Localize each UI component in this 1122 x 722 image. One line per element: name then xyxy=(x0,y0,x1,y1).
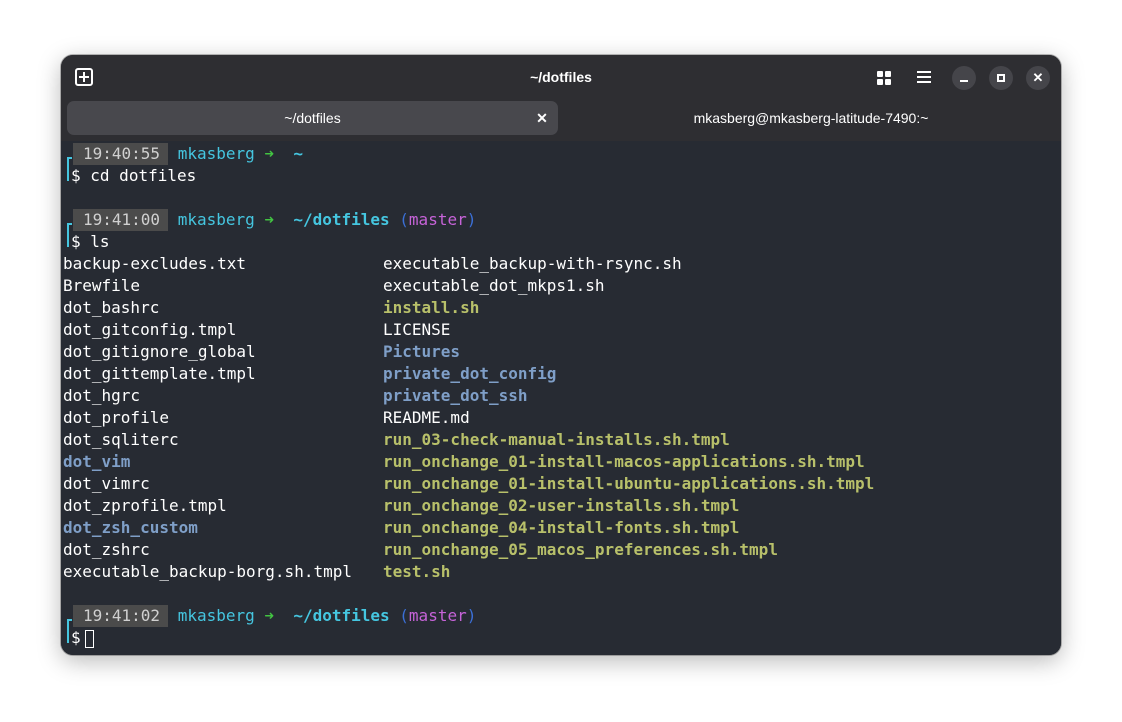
grid-view-icon[interactable] xyxy=(877,71,891,85)
ls-entry: LICENSE xyxy=(383,320,451,339)
prompt-line: 19:40:55 mkasberg ➜ ~ xyxy=(73,143,303,165)
prompt-time: 19:40:55 xyxy=(73,143,169,165)
prompt-user: mkasberg xyxy=(177,144,255,163)
git-paren-close: ) xyxy=(466,210,477,229)
prompt-bracket xyxy=(67,631,69,643)
ls-entry: dot_vim xyxy=(63,452,131,471)
git-paren-open: ( xyxy=(399,606,409,625)
git-branch: master xyxy=(408,606,467,625)
terminal-window: ~/dotfiles ✕ ~/dotfiles ✕ mkasberg@mkasb… xyxy=(61,55,1061,655)
ls-entry: dot_vimrc xyxy=(63,474,150,493)
prompt-arrow: ➜ xyxy=(264,144,275,163)
ls-entry: dot_profile xyxy=(63,408,169,427)
close-icon[interactable]: ✕ xyxy=(1026,66,1050,90)
command-line: $ ls xyxy=(71,231,110,253)
git-branch: master xyxy=(408,210,467,229)
prompt-line: 19:41:02 mkasberg ➜ ~/dotfiles (master) xyxy=(73,605,476,627)
ls-entry: dot_hgrc xyxy=(63,386,141,405)
prompt-user: mkasberg xyxy=(177,606,255,625)
ls-entry: backup-excludes.txt xyxy=(63,254,247,273)
window-title: ~/dotfiles xyxy=(530,69,592,85)
prompt-bracket xyxy=(67,169,69,181)
ls-entry: run_03-check-manual-installs.sh.tmpl xyxy=(383,430,730,449)
ls-entry: dot_zprofile.tmpl xyxy=(63,496,227,515)
ls-entry: private_dot_config xyxy=(383,364,557,383)
text-cursor xyxy=(84,629,94,648)
maximize-icon[interactable] xyxy=(989,66,1013,90)
prompt-time: 19:41:02 xyxy=(73,605,169,627)
prompt-bracket xyxy=(67,235,69,247)
ls-entry: README.md xyxy=(383,408,470,427)
title-bar: ~/dotfiles ✕ ~/dotfiles ✕ mkasberg@mkasb… xyxy=(61,55,1061,141)
tab-close-icon[interactable]: ✕ xyxy=(534,101,550,135)
prompt-symbol: $ xyxy=(71,166,81,185)
prompt-symbol: $ xyxy=(71,232,81,251)
tab-dotfiles[interactable]: ~/dotfiles ✕ xyxy=(67,101,558,135)
ls-entry: dot_sqliterc xyxy=(63,430,179,449)
ls-entry: executable_backup-borg.sh.tmpl xyxy=(63,562,352,581)
command-text: ls xyxy=(90,232,110,251)
ls-entry: executable_backup-with-rsync.sh xyxy=(383,254,682,273)
prompt-path: ~/dotfiles xyxy=(293,606,390,625)
ls-entry: Pictures xyxy=(383,342,461,361)
ls-entry: dot_gittemplate.tmpl xyxy=(63,364,256,383)
prompt-user: mkasberg xyxy=(177,210,255,229)
ls-entry: dot_gitconfig.tmpl xyxy=(63,320,237,339)
ls-entry: dot_gitignore_global xyxy=(63,342,256,361)
command-text: cd dotfiles xyxy=(90,166,197,185)
minimize-icon[interactable] xyxy=(952,66,976,90)
prompt-arrow: ➜ xyxy=(264,210,275,229)
command-line: $ cd dotfiles xyxy=(71,165,196,187)
prompt-time: 19:41:00 xyxy=(73,209,169,231)
tab-label: mkasberg@mkasberg-latitude-7490:~ xyxy=(693,110,929,126)
ls-entry: run_onchange_05_macos_preferences.sh.tmp… xyxy=(383,540,778,559)
tab-label: ~/dotfiles xyxy=(284,110,341,126)
ls-entry: run_onchange_01-install-macos-applicatio… xyxy=(383,452,865,471)
ls-entry: dot_zshrc xyxy=(63,540,150,559)
ls-entry: run_onchange_04-install-fonts.sh.tmpl xyxy=(383,518,740,537)
ls-entry: test.sh xyxy=(383,562,451,581)
prompt-path: ~/dotfiles xyxy=(293,210,390,229)
git-paren-close: ) xyxy=(466,606,477,625)
hamburger-menu-icon[interactable] xyxy=(917,71,931,83)
ls-entry: run_onchange_01-install-ubuntu-applicati… xyxy=(383,474,875,493)
prompt-path: ~ xyxy=(293,144,303,163)
ls-entry: install.sh xyxy=(383,298,480,317)
prompt-line: 19:41:00 mkasberg ➜ ~/dotfiles (master) xyxy=(73,209,476,231)
close-glyph: ✕ xyxy=(1032,70,1044,85)
prompt-arrow: ➜ xyxy=(264,606,275,625)
ls-entry: dot_zsh_custom xyxy=(63,518,198,537)
git-paren-open: ( xyxy=(399,210,409,229)
ls-entry: run_onchange_02-user-installs.sh.tmpl xyxy=(383,496,740,515)
ls-entry: private_dot_ssh xyxy=(383,386,528,405)
command-line[interactable]: $ xyxy=(71,627,94,649)
ls-entry: dot_bashrc xyxy=(63,298,160,317)
ls-entry: executable_dot_mkps1.sh xyxy=(383,276,605,295)
terminal-content[interactable]: 19:40:55 mkasberg ➜ ~ $ cd dotfiles 19:4… xyxy=(61,141,1061,655)
tab-home[interactable]: mkasberg@mkasberg-latitude-7490:~ xyxy=(566,101,1056,135)
prompt-symbol: $ xyxy=(71,628,81,647)
ls-entry: Brewfile xyxy=(63,276,141,295)
